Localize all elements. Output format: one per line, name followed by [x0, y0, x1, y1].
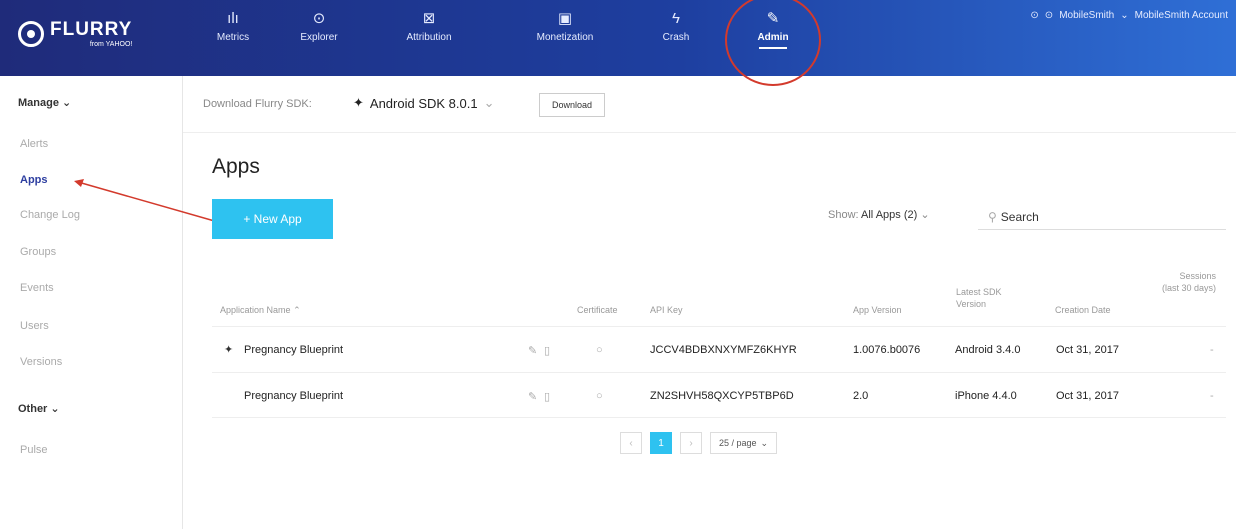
api-key: ZN2SHVH58QXCYP5TBP6D — [650, 390, 794, 402]
chevron-down-icon: ⌄ — [62, 97, 72, 109]
api-key: JCCV4BDBXNXYMFZ6KHYR — [650, 344, 797, 356]
android-icon: ✦ — [224, 344, 234, 356]
nav-monetization[interactable]: ▣ Monetization — [520, 10, 610, 43]
latest-sdk: Android 3.4.0 — [955, 344, 1021, 356]
sessions: - — [1210, 344, 1214, 356]
sidebar-item-pulse[interactable]: Pulse — [20, 444, 48, 456]
nav-metrics[interactable]: ılı Metrics — [188, 10, 278, 43]
search-input[interactable]: ⚲ Search — [978, 204, 1226, 230]
trash-icon[interactable]: ▯ — [544, 344, 550, 357]
header-application-name[interactable]: Application Name ⌃ — [220, 304, 301, 316]
logo-text: FLURRY — [50, 19, 133, 40]
app-name[interactable]: Pregnancy Blueprint — [244, 390, 343, 402]
account-menu[interactable]: ⊙ ⊙ MobileSmith ⌄ MobileSmith Account — [1030, 10, 1228, 21]
next-page-button[interactable]: › — [680, 432, 702, 454]
nav-crash[interactable]: ϟ Crash — [631, 10, 721, 43]
table-row[interactable]: Pregnancy Blueprint ✎ ▯ ○ ZN2SHVH58QXCYP… — [212, 372, 1226, 418]
monetization-icon: ▣ — [557, 10, 573, 27]
sdk-select[interactable]: ✦ Android SDK 8.0.1 ⌄ — [353, 95, 495, 111]
trash-icon[interactable]: ▯ — [544, 390, 550, 403]
sdk-download-bar: Download Flurry SDK: ✦ Android SDK 8.0.1… — [183, 76, 1236, 133]
help-icon[interactable]: ⊙ — [1030, 10, 1038, 21]
sidebar-item-users[interactable]: Users — [20, 320, 49, 332]
edit-icon[interactable]: ✎ — [528, 344, 537, 357]
sdk-label: Download Flurry SDK: — [203, 98, 312, 110]
nav-attribution[interactable]: ⊠ Attribution — [384, 10, 474, 43]
certificate-radio-icon[interactable]: ○ — [596, 390, 603, 402]
edit-icon[interactable]: ✎ — [528, 390, 537, 403]
sort-icon: ⌃ — [293, 305, 301, 315]
annotation-arrow — [74, 179, 219, 223]
header-sessions: Sessions (last 30 days) — [1161, 271, 1216, 293]
show-filter[interactable]: Show: All Apps (2) ⌄ — [828, 208, 930, 221]
sidebar-section-manage[interactable]: Manage ⌄ — [18, 96, 71, 109]
sidebar-item-versions[interactable]: Versions — [20, 356, 62, 368]
table-row[interactable]: ✦ Pregnancy Blueprint ✎ ▯ ○ JCCV4BDBXNXY… — [212, 326, 1226, 372]
creation-date: Oct 31, 2017 — [1056, 390, 1119, 402]
certificate-radio-icon[interactable]: ○ — [596, 344, 603, 356]
attribution-icon: ⊠ — [422, 10, 436, 27]
user-name[interactable]: MobileSmith — [1059, 10, 1114, 21]
sidebar-item-events[interactable]: Events — [20, 282, 54, 294]
new-app-button[interactable]: + New App — [212, 199, 333, 239]
app-name[interactable]: Pregnancy Blueprint — [244, 344, 343, 356]
header-certificate: Certificate — [577, 305, 618, 315]
chevron-down-icon: ⌄ — [760, 437, 769, 448]
header-creation-date: Creation Date — [1055, 305, 1111, 315]
sidebar-item-alerts[interactable]: Alerts — [20, 138, 48, 150]
chevron-down-icon: ⌄ — [1120, 10, 1129, 21]
android-icon: ✦ — [353, 95, 364, 110]
latest-sdk: iPhone 4.4.0 — [955, 390, 1017, 402]
creation-date: Oct 31, 2017 — [1056, 344, 1119, 356]
sidebar-item-groups[interactable]: Groups — [20, 246, 56, 258]
app-version: 1.0076.b0076 — [853, 344, 921, 356]
annotation-circle — [725, 0, 821, 86]
page-size-select[interactable]: 25 / page ⌄ — [710, 432, 778, 454]
sessions: - — [1210, 390, 1214, 402]
bar-chart-icon: ılı — [227, 10, 239, 27]
crash-icon: ϟ — [672, 10, 680, 27]
prev-page-button[interactable]: ‹ — [620, 432, 642, 454]
top-nav: FLURRY from YAHOO! ılı Metrics ⊙ Explore… — [0, 0, 1236, 86]
page-1-button[interactable]: 1 — [650, 432, 672, 454]
logo-subtext: from YAHOO! — [89, 41, 133, 48]
page-title: Apps — [212, 155, 260, 178]
user-icon: ⊙ — [1044, 10, 1054, 21]
flurry-logo[interactable]: FLURRY from YAHOO! — [18, 20, 132, 48]
sidebar: Manage ⌄ Alerts Apps Change Log Groups E… — [0, 76, 183, 529]
search-icon: ⚲ — [988, 209, 997, 224]
sidebar-section-other[interactable]: Other ⌄ — [18, 402, 60, 415]
chevron-down-icon: ⌄ — [920, 209, 930, 221]
logo-icon — [18, 21, 44, 47]
chevron-down-icon: ⌄ — [50, 403, 60, 415]
download-button[interactable]: Download — [539, 93, 606, 117]
sidebar-item-apps[interactable]: Apps — [20, 174, 48, 186]
nav-explorer[interactable]: ⊙ Explorer — [274, 10, 364, 43]
pagination: ‹ 1 › 25 / page ⌄ — [620, 432, 778, 454]
chevron-down-icon: ⌄ — [483, 95, 495, 110]
app-version: 2.0 — [853, 390, 869, 402]
header-latest-sdk: Latest SDK Version — [956, 287, 1002, 309]
compass-icon: ⊙ — [312, 10, 326, 27]
header-api-key: API Key — [650, 305, 683, 315]
account-name[interactable]: MobileSmith Account — [1135, 10, 1228, 21]
header-app-version: App Version — [853, 305, 902, 315]
